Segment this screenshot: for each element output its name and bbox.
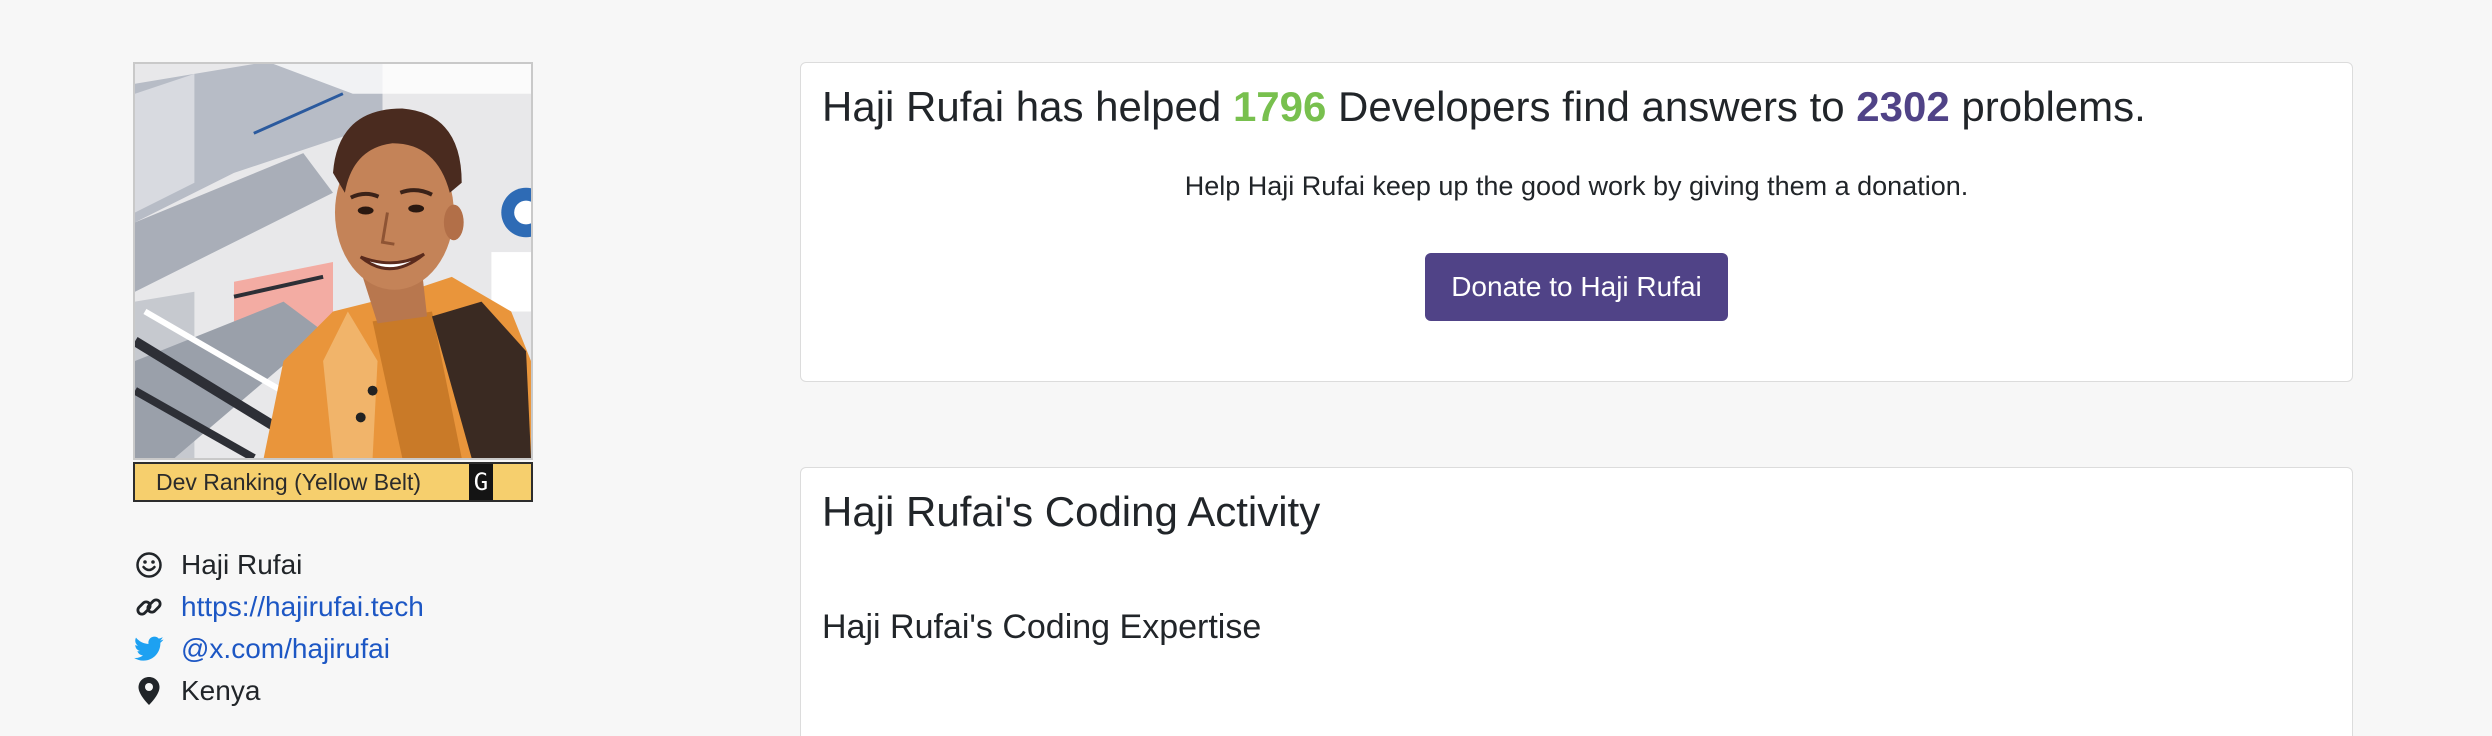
coding-activity-card: Haji Rufai's Coding Activity Haji Rufai'… xyxy=(800,467,2353,736)
website-link[interactable]: https://hajirufai.tech xyxy=(181,591,424,623)
headline-text-1: has helped xyxy=(1004,83,1233,130)
profile-info-list: Haji Rufai https://hajirufai.tech @x.com… xyxy=(133,544,424,712)
info-website-row: https://hajirufai.tech xyxy=(133,586,424,628)
twitter-link[interactable]: @x.com/hajirufai xyxy=(181,633,390,665)
profile-page: Dev Ranking (Yellow Belt) G Haji Rufai h… xyxy=(0,0,2492,736)
avatar xyxy=(133,62,533,460)
helped-developers-headline: Haji Rufai has helped 1796 Developers fi… xyxy=(822,83,2146,131)
smiley-icon xyxy=(133,549,165,581)
twitter-icon xyxy=(133,633,165,665)
developers-count: 1796 xyxy=(1232,83,1327,130)
coding-activity-title: Haji Rufai's Coding Activity xyxy=(822,488,1321,535)
headline-name: Haji Rufai xyxy=(822,83,1005,130)
rank-grade: G xyxy=(469,464,493,500)
profile-name: Haji Rufai xyxy=(181,549,303,580)
donation-help-text: Help Haji Rufai keep up the good work by… xyxy=(1184,171,1969,201)
headline-text-3: problems. xyxy=(1949,83,2146,130)
info-location-row: Kenya xyxy=(133,670,424,712)
link-icon xyxy=(133,591,165,623)
dev-ranking-badge: Dev Ranking (Yellow Belt) G xyxy=(133,462,533,502)
rank-label: Dev Ranking (Yellow Belt) xyxy=(156,468,422,495)
donate-button[interactable]: Donate to Haji Rufai xyxy=(1425,253,1728,321)
info-name-row: Haji Rufai xyxy=(133,544,424,586)
avatar-illustration xyxy=(135,64,531,458)
map-pin-icon xyxy=(133,675,165,707)
problems-count: 2302 xyxy=(1856,83,1950,130)
location-text: Kenya xyxy=(181,675,261,706)
info-twitter-row: @x.com/hajirufai xyxy=(133,628,424,670)
headline-text-2: Developers find answers to xyxy=(1326,83,1857,130)
stats-card: Haji Rufai has helped 1796 Developers fi… xyxy=(800,62,2353,382)
coding-expertise-title: Haji Rufai's Coding Expertise xyxy=(822,608,1262,646)
